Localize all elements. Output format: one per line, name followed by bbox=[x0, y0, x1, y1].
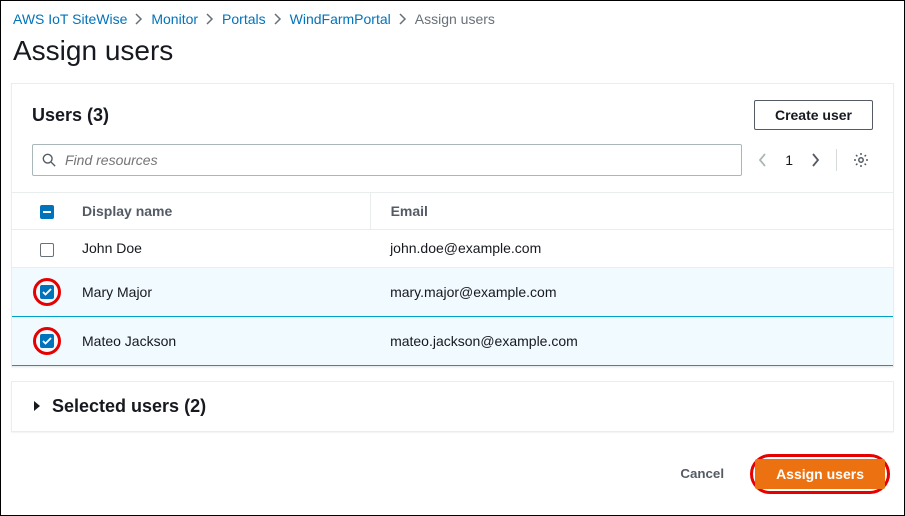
row-checkbox[interactable] bbox=[40, 334, 54, 348]
selected-users-toggle[interactable]: Selected users (2) bbox=[12, 382, 893, 431]
search-icon bbox=[42, 153, 56, 167]
breadcrumb-current: Assign users bbox=[415, 11, 495, 27]
create-user-button[interactable]: Create user bbox=[754, 100, 873, 130]
row-email: mary.major@example.com bbox=[370, 267, 893, 316]
settings-button[interactable] bbox=[849, 148, 873, 172]
users-panel-title: Users (3) bbox=[32, 105, 109, 126]
chevron-right-icon bbox=[811, 153, 820, 167]
annotation-highlight bbox=[33, 278, 61, 306]
table-row[interactable]: John Doe john.doe@example.com bbox=[12, 230, 893, 267]
row-email: john.doe@example.com bbox=[370, 230, 893, 267]
search-input[interactable] bbox=[32, 144, 742, 176]
chevron-left-icon bbox=[758, 153, 767, 167]
users-table: Display name Email John Doe john.doe@exa… bbox=[12, 192, 893, 366]
page-title: Assign users bbox=[1, 33, 904, 83]
breadcrumb-link-windfarm[interactable]: WindFarmPortal bbox=[290, 11, 391, 27]
column-header-email[interactable]: Email bbox=[370, 193, 893, 230]
breadcrumb: AWS IoT SiteWise Monitor Portals WindFar… bbox=[1, 1, 904, 33]
row-name: Mateo Jackson bbox=[62, 316, 370, 365]
toolbar-divider bbox=[836, 149, 837, 171]
breadcrumb-link-monitor[interactable]: Monitor bbox=[151, 11, 198, 27]
footer-actions: Cancel Assign users bbox=[1, 446, 904, 506]
annotation-highlight bbox=[33, 327, 61, 355]
cancel-button[interactable]: Cancel bbox=[664, 460, 740, 487]
select-all-header bbox=[12, 193, 62, 230]
assign-users-button[interactable]: Assign users bbox=[755, 459, 885, 489]
column-header-name[interactable]: Display name bbox=[62, 193, 370, 230]
select-all-checkbox[interactable] bbox=[40, 205, 54, 219]
pager-page-number: 1 bbox=[779, 152, 799, 168]
table-row[interactable]: Mateo Jackson mateo.jackson@example.com bbox=[12, 316, 893, 365]
pager: 1 bbox=[754, 149, 824, 171]
chevron-right-icon bbox=[206, 13, 214, 25]
annotation-highlight: Assign users bbox=[750, 454, 890, 494]
row-checkbox[interactable] bbox=[40, 243, 54, 257]
row-email: mateo.jackson@example.com bbox=[370, 316, 893, 365]
row-name: John Doe bbox=[62, 230, 370, 267]
chevron-right-icon bbox=[274, 13, 282, 25]
selected-users-title: Selected users (2) bbox=[52, 396, 206, 417]
row-checkbox[interactable] bbox=[40, 285, 54, 299]
table-row[interactable]: Mary Major mary.major@example.com bbox=[12, 267, 893, 316]
caret-right-icon bbox=[32, 400, 42, 412]
chevron-right-icon bbox=[399, 13, 407, 25]
pager-next-button[interactable] bbox=[807, 149, 824, 171]
users-panel: Users (3) Create user 1 Dis bbox=[11, 83, 894, 367]
breadcrumb-link-sitewise[interactable]: AWS IoT SiteWise bbox=[13, 11, 127, 27]
pager-prev-button[interactable] bbox=[754, 149, 771, 171]
chevron-right-icon bbox=[135, 13, 143, 25]
gear-icon bbox=[853, 152, 869, 168]
row-name: Mary Major bbox=[62, 267, 370, 316]
breadcrumb-link-portals[interactable]: Portals bbox=[222, 11, 266, 27]
selected-users-panel: Selected users (2) bbox=[11, 381, 894, 432]
